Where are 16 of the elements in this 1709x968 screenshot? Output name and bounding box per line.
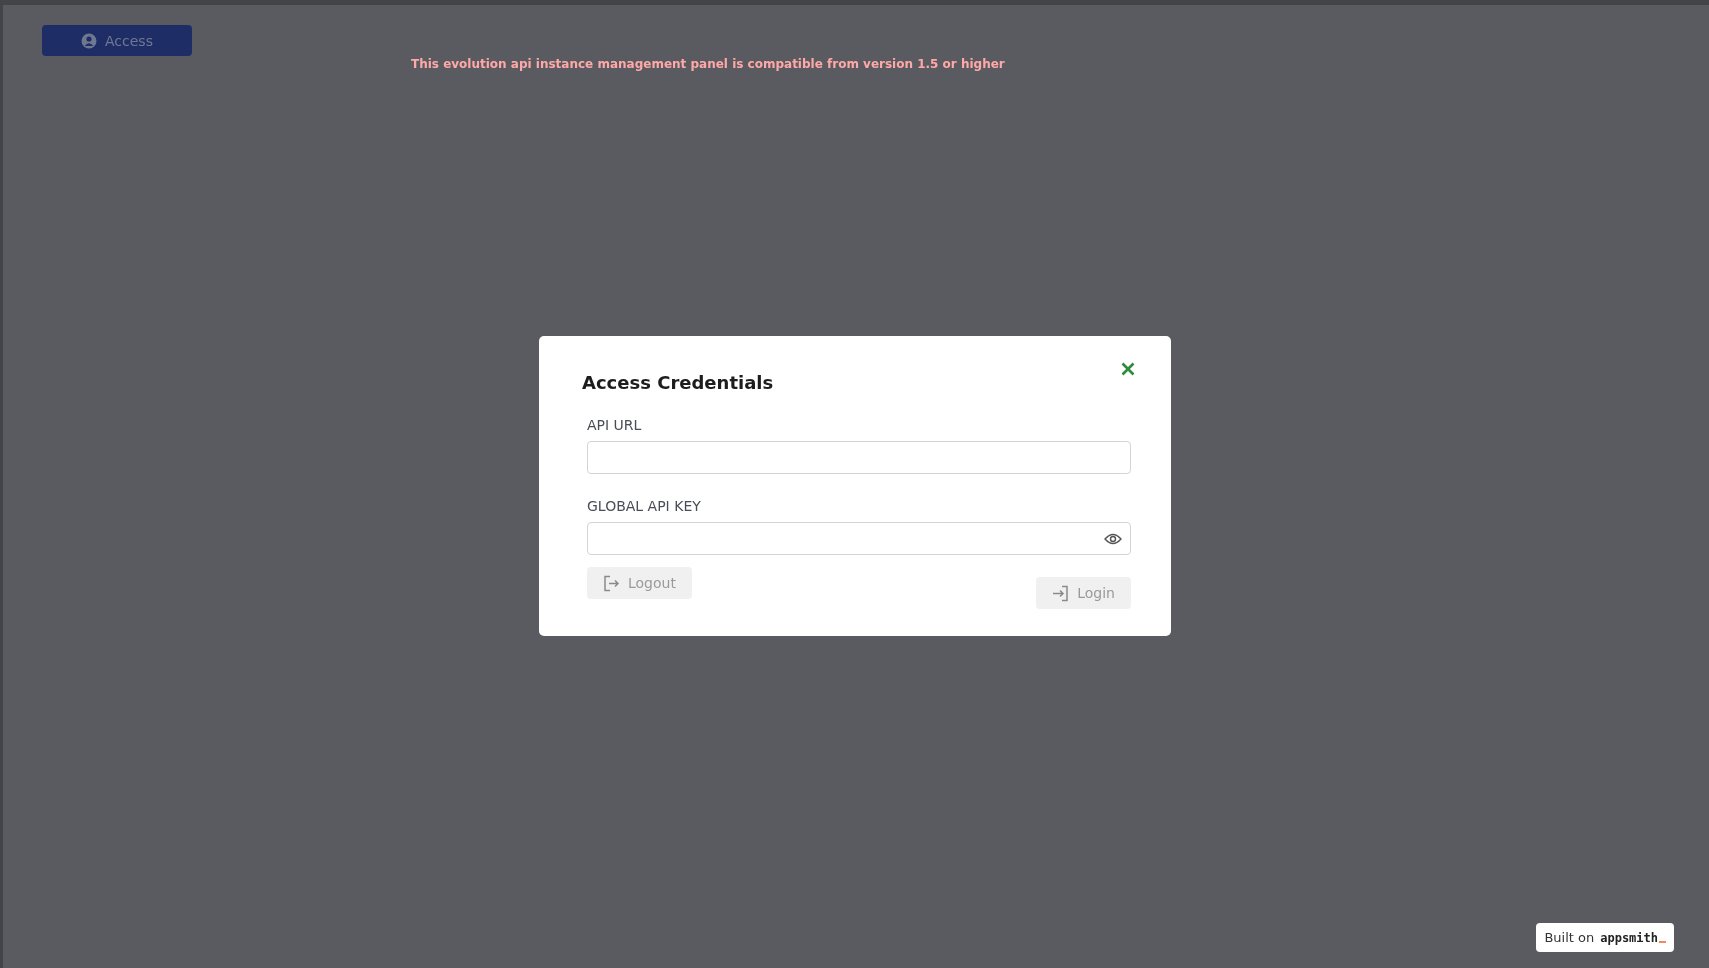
password-field[interactable] [587, 522, 1131, 555]
user-icon [81, 32, 98, 49]
access-button[interactable]: Access [42, 25, 192, 56]
logout-icon [603, 574, 620, 592]
brand-logo: appsmith [1600, 930, 1666, 945]
compatibility-notice: This evolution api instance management panel is compatible from version 1.5 or higher [411, 57, 1005, 71]
input-field[interactable] [587, 441, 1131, 474]
built-on-badge[interactable]: Built on appsmith [1536, 923, 1674, 952]
eye-icon[interactable] [1104, 531, 1122, 546]
close-icon [1121, 362, 1135, 376]
badge-text: Built on [1544, 930, 1595, 945]
field-label: GLOBAL API KEY [587, 498, 702, 514]
close-button[interactable] [1121, 362, 1135, 376]
login-icon [1052, 584, 1070, 602]
field-label: API URL [587, 417, 643, 433]
dialog-title: Access Credentials [582, 372, 775, 393]
